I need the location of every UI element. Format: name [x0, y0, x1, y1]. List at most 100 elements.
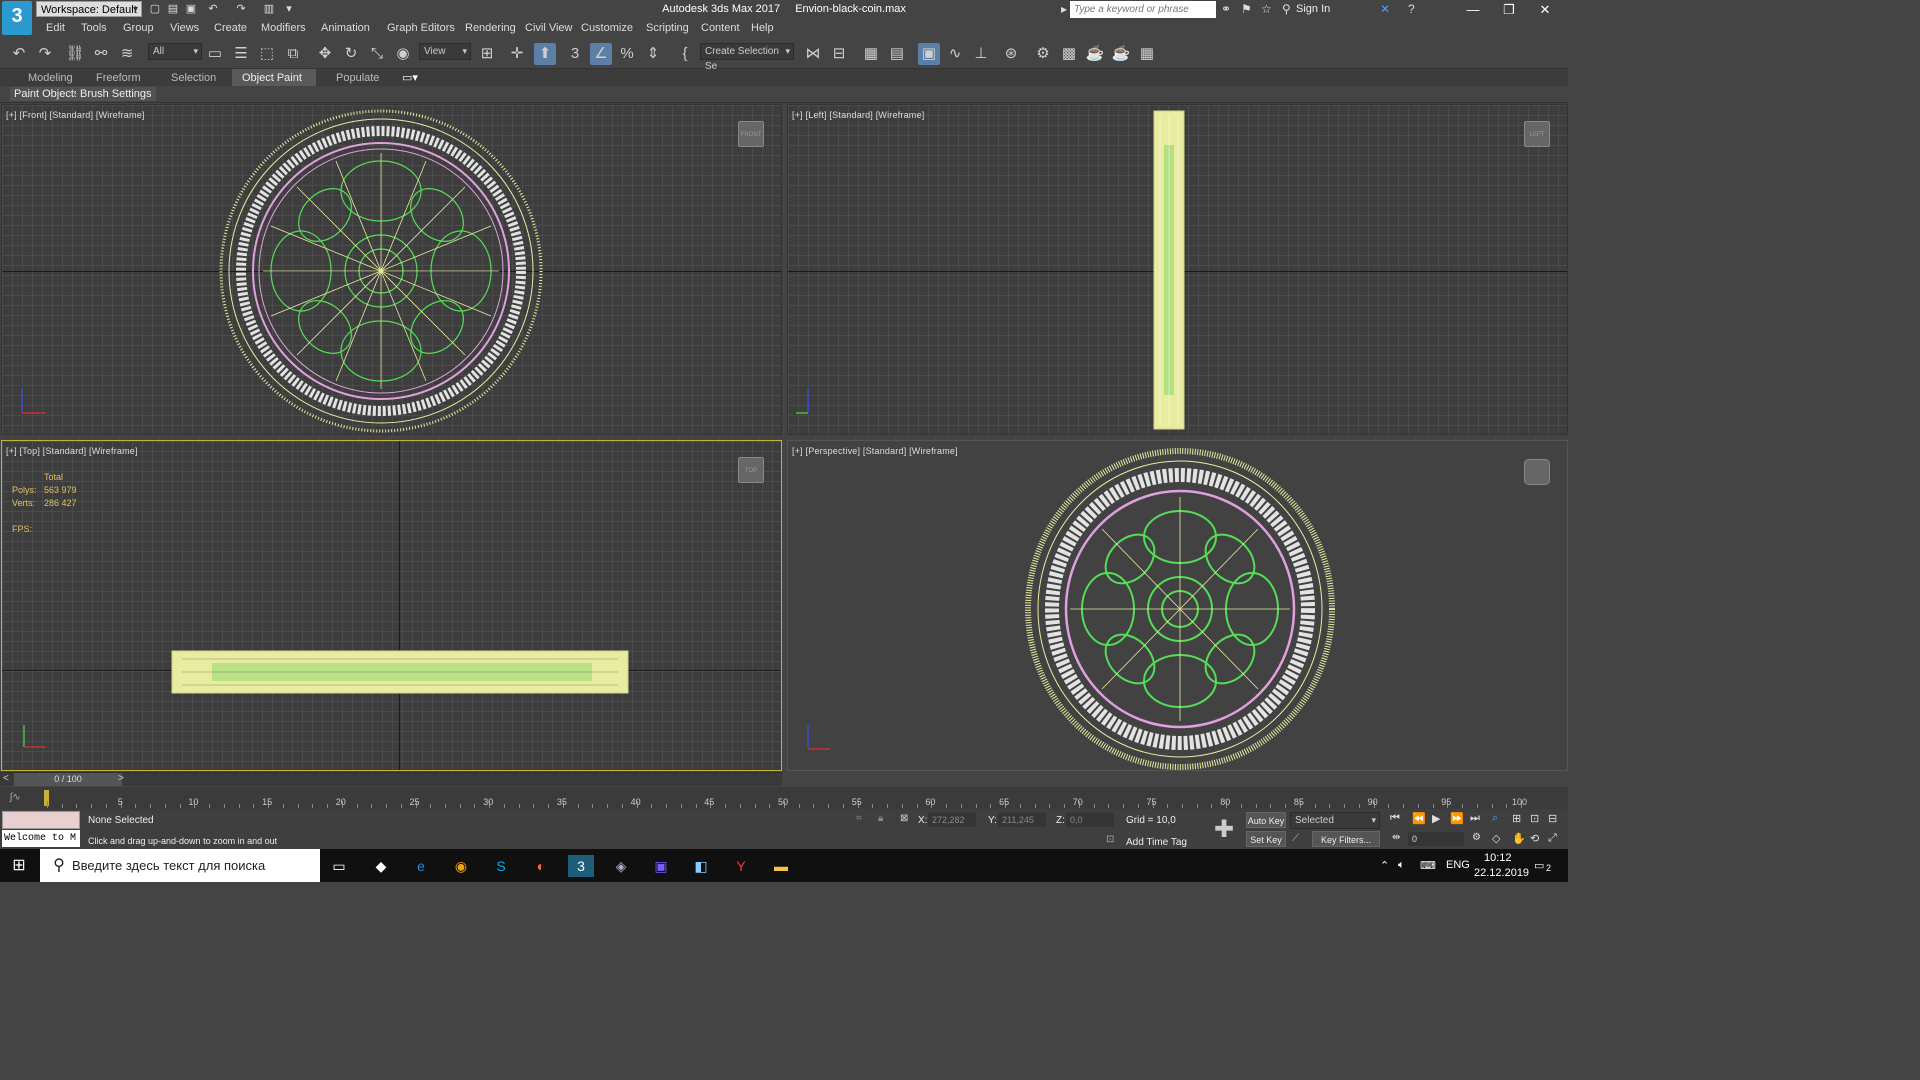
- tray-arrow-icon[interactable]: ⌃: [1380, 859, 1389, 872]
- schematic-view-icon[interactable]: ⊥: [970, 43, 992, 65]
- rendered-frame-window-icon[interactable]: ▩: [1058, 43, 1080, 65]
- menu-graph-editors[interactable]: Graph Editors: [387, 22, 455, 34]
- menu-content[interactable]: Content: [701, 22, 740, 34]
- time-next-arrow-icon[interactable]: >: [118, 773, 124, 784]
- time-configuration-icon[interactable]: ⚙: [1472, 832, 1481, 843]
- new-file-icon[interactable]: ▢: [148, 2, 162, 16]
- mirror-icon[interactable]: ⋈: [802, 43, 824, 65]
- key-mode-dropdown[interactable]: Selected: [1290, 812, 1380, 829]
- y-coord-field[interactable]: 211,245: [998, 813, 1046, 827]
- select-object-icon[interactable]: ▭: [204, 43, 226, 65]
- project-folder-icon[interactable]: ▥: [262, 2, 276, 16]
- zoom-extents-icon[interactable]: ⊡: [1530, 812, 1539, 825]
- viewport-front[interactable]: [+] [Front] [Standard] [Wireframe] FRONT: [1, 104, 782, 435]
- help-search-input[interactable]: Type a keyword or phrase: [1070, 1, 1216, 18]
- render-setup-icon[interactable]: ⚙: [1032, 43, 1054, 65]
- material-editor-icon[interactable]: ⊛: [1000, 43, 1022, 65]
- windows-start-icon[interactable]: ⊞: [8, 855, 30, 877]
- zoom-all-icon[interactable]: ⊞: [1512, 812, 1521, 825]
- viewport-perspective[interactable]: [+] [Perspective] [Standard] [Wireframe]: [787, 440, 1568, 771]
- menu-help[interactable]: Help: [751, 22, 774, 34]
- help-icon[interactable]: ?: [1408, 2, 1415, 16]
- menu-group[interactable]: Group: [123, 22, 154, 34]
- keyboard-icon[interactable]: ⌨: [1420, 859, 1436, 872]
- render-production-icon[interactable]: ☕: [1084, 43, 1106, 65]
- favorites-star-icon[interactable]: ☆: [1261, 2, 1272, 16]
- maxscript-mini-listener[interactable]: Welcome to M: [2, 830, 80, 847]
- render-iterative-icon[interactable]: ☕: [1110, 43, 1132, 65]
- taskbar-search-input[interactable]: Введите здесь текст для поиска: [40, 849, 320, 882]
- save-file-icon[interactable]: ▣: [184, 2, 198, 16]
- percent-snap-icon[interactable]: %: [616, 43, 638, 65]
- app-icon-2[interactable]: ◈: [610, 855, 632, 877]
- clock-date[interactable]: 22.12.2019: [1474, 867, 1529, 879]
- time-tag-icon[interactable]: ⊡: [1106, 834, 1114, 845]
- maximize-viewport-icon[interactable]: ⤢: [1548, 832, 1557, 845]
- pivot-center-icon[interactable]: ⊞: [476, 43, 498, 65]
- field-of-view-icon[interactable]: ◇: [1492, 832, 1500, 845]
- 3ds-max-taskbar-icon[interactable]: 3: [568, 855, 594, 877]
- search-arrow-icon[interactable]: ▸: [1061, 2, 1067, 16]
- maxscript-listener-input[interactable]: [2, 811, 80, 829]
- window-crossing-icon[interactable]: ⧉: [282, 43, 304, 65]
- key-mode-toggle-icon[interactable]: ⇹: [1392, 832, 1400, 843]
- paint-objects-panel[interactable]: Paint Objects: [10, 87, 84, 101]
- menu-edit[interactable]: Edit: [46, 22, 65, 34]
- yandex-browser-icon[interactable]: Y: [730, 855, 752, 877]
- play-animation-icon[interactable]: ▶: [1432, 812, 1440, 825]
- open-file-icon[interactable]: ▤: [166, 2, 180, 16]
- layer-explorer-icon[interactable]: ▤: [886, 43, 908, 65]
- exchange-apps-icon[interactable]: ✕: [1380, 2, 1390, 16]
- time-slider[interactable]: < 0 / 100 >: [0, 772, 782, 786]
- toggle-ribbon-icon[interactable]: ▣: [918, 43, 940, 65]
- named-selection-dropdown[interactable]: Create Selection Se: [700, 43, 794, 72]
- tab-object-paint[interactable]: Object Paint: [232, 69, 316, 87]
- close-button[interactable]: ✕: [1522, 0, 1568, 19]
- menu-tools[interactable]: Tools: [81, 22, 107, 34]
- scene-explorer-icon[interactable]: ▦: [860, 43, 882, 65]
- chrome-browser-icon[interactable]: ◉: [450, 855, 472, 877]
- menu-views[interactable]: Views: [170, 22, 199, 34]
- set-key-button[interactable]: Set Key: [1246, 831, 1286, 847]
- previous-frame-icon[interactable]: ⏪: [1412, 812, 1426, 825]
- brush-settings-panel[interactable]: Brush Settings: [76, 87, 156, 101]
- clock-time[interactable]: 10:12: [1484, 852, 1512, 864]
- selection-lock-icon[interactable]: 🔒︎: [878, 813, 883, 824]
- tab-modeling[interactable]: Modeling: [18, 69, 83, 87]
- curve-editor-icon[interactable]: ∿: [944, 43, 966, 65]
- rectangular-selection-icon[interactable]: ⬚: [256, 43, 278, 65]
- file-explorer-icon[interactable]: ▬: [770, 855, 792, 877]
- task-view-icon[interactable]: ▭: [328, 855, 350, 877]
- viewport-left[interactable]: [+] [Left] [Standard] [Wireframe] LEFT: [787, 104, 1568, 435]
- redo-quick-icon[interactable]: ↷: [234, 2, 248, 16]
- select-and-place-icon[interactable]: ◉: [392, 43, 414, 65]
- go-to-end-icon[interactable]: ⏭: [1470, 812, 1480, 825]
- communication-center-icon[interactable]: ⚑: [1241, 2, 1252, 16]
- pan-view-icon[interactable]: ✋: [1512, 832, 1526, 845]
- selection-filter-dropdown[interactable]: All: [148, 43, 202, 60]
- spinner-snap-icon[interactable]: ⇕: [642, 43, 664, 65]
- binoculars-icon[interactable]: ⚭: [1221, 2, 1231, 16]
- align-icon[interactable]: ⊟: [828, 43, 850, 65]
- add-time-tag-button[interactable]: Add Time Tag: [1126, 837, 1187, 848]
- zoom-icon[interactable]: ⌕: [1492, 812, 1498, 825]
- ribbon-options-icon[interactable]: ▭▾: [392, 69, 428, 87]
- reference-coordinate-dropdown[interactable]: View: [419, 43, 471, 60]
- track-bar[interactable]: ʃ∿ 0510152025303540455055606570758085909…: [0, 787, 1568, 809]
- menu-scripting[interactable]: Scripting: [646, 22, 689, 34]
- time-prev-arrow-icon[interactable]: <: [3, 773, 9, 784]
- redo-icon[interactable]: ↷: [34, 43, 56, 65]
- snaps-toggle-icon[interactable]: 3: [564, 43, 586, 65]
- go-to-start-icon[interactable]: ⏮: [1390, 812, 1400, 825]
- app-icon-1[interactable]: ◆: [370, 855, 392, 877]
- zoom-extents-all-icon[interactable]: ⊟: [1548, 812, 1557, 825]
- select-and-scale-icon[interactable]: ⤡: [366, 43, 388, 65]
- app-icon-3[interactable]: ◧: [690, 855, 712, 877]
- tab-freeform[interactable]: Freeform: [86, 69, 151, 87]
- skype-icon[interactable]: S: [490, 855, 512, 877]
- next-frame-icon[interactable]: ⏩: [1450, 812, 1464, 825]
- notifications-icon[interactable]: ▭: [1534, 859, 1544, 872]
- menu-create[interactable]: Create: [214, 22, 247, 34]
- volume-icon[interactable]: 🔈︎: [1398, 859, 1405, 872]
- menu-customize[interactable]: Customize: [581, 22, 633, 34]
